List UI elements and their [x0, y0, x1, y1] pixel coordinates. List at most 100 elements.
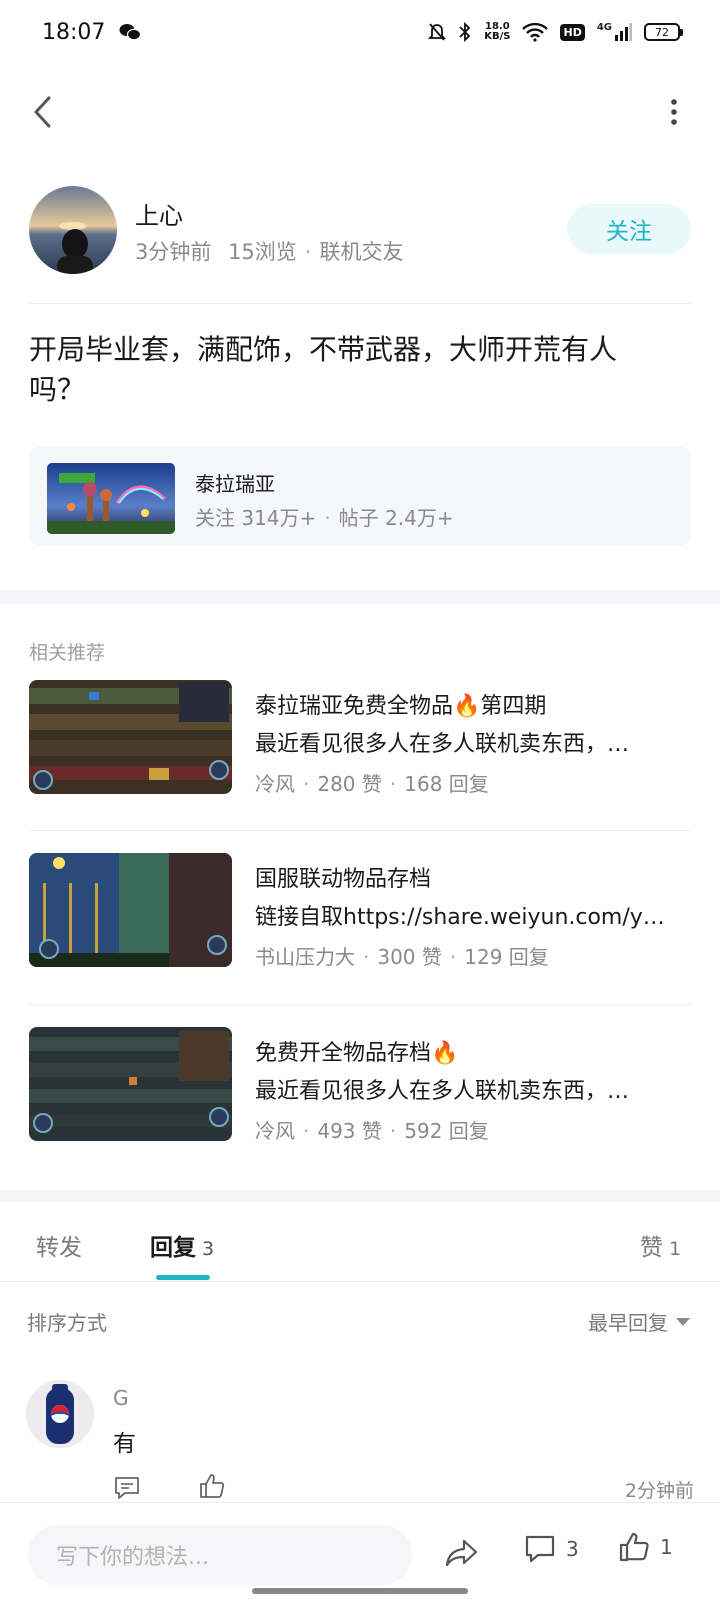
wifi-icon	[522, 22, 549, 42]
cellular-signal-icon: 4G	[597, 23, 632, 41]
like-comment-button[interactable]	[198, 1472, 226, 1500]
hd-badge: HD	[560, 23, 585, 41]
active-tab-indicator	[156, 1275, 210, 1280]
comment-icon	[525, 1535, 555, 1563]
tab-reply-count: 3	[202, 1238, 215, 1260]
separator-dot: ·	[363, 945, 370, 969]
recommend-heading: 相关推荐	[29, 642, 106, 664]
recommend-likes: 280 赞	[317, 772, 382, 796]
separator-dot: ·	[304, 240, 312, 264]
message-icon	[115, 1477, 139, 1499]
thumbs-up-icon	[200, 1474, 225, 1498]
like-post-button[interactable]: 1	[618, 1531, 673, 1563]
follow-button[interactable]: 关注	[567, 204, 691, 254]
recommend-title: 国服联动物品存档	[255, 867, 432, 892]
chevron-left-icon	[34, 96, 51, 128]
recommend-author: 书山压力大	[255, 945, 355, 969]
bluetooth-icon	[458, 22, 472, 42]
post-time: 3分钟前	[135, 240, 212, 264]
mute-bell-icon	[428, 22, 447, 42]
comments-button[interactable]: 3	[524, 1533, 579, 1565]
divider	[29, 1004, 691, 1005]
tab-like[interactable]: 赞1	[640, 1228, 681, 1262]
share-button[interactable]	[444, 1535, 480, 1571]
home-indicator[interactable]	[252, 1588, 468, 1594]
comment-item: G 有 2分钟前	[26, 1380, 694, 1502]
recommend-author: 冷风	[255, 772, 295, 796]
sort-value: 最早回复	[588, 1311, 668, 1335]
comment-text: 有	[113, 1431, 136, 1457]
recommend-author: 冷风	[255, 1119, 295, 1143]
comment-time: 2分钟前	[624, 1480, 694, 1502]
author-meta: 3分钟前 15浏览 · 联机交友	[135, 236, 403, 266]
wechat-icon	[119, 23, 142, 41]
battery-icon: 72	[644, 23, 683, 41]
like-count: 1	[660, 1535, 673, 1559]
recommend-likes: 300 赞	[377, 945, 442, 969]
net-speed-unit: KB/S	[484, 31, 511, 42]
status-time: 18:07	[42, 19, 106, 45]
thumbs-up-icon	[619, 1532, 649, 1562]
net-speed: 18.0 KB/S	[484, 22, 510, 42]
comment-input[interactable]: 写下你的想法...	[28, 1525, 412, 1585]
author-section: 上心 3分钟前 15浏览 · 联机交友 关注	[29, 186, 691, 274]
game-posts: 帖子 2.4万+	[338, 506, 454, 530]
recommend-desc: 链接自取https://share.weiyun.com/y…	[255, 905, 665, 930]
tab-like-label: 赞	[640, 1235, 663, 1261]
recommend-thumbnail	[29, 680, 232, 794]
post-views: 15浏览	[228, 240, 297, 264]
game-name: 泰拉瑞亚	[195, 472, 275, 496]
game-followers: 关注 314万+	[195, 506, 317, 530]
tab-reply[interactable]: 回复 3	[150, 1228, 214, 1262]
recommend-likes: 493 赞	[317, 1119, 382, 1143]
recommend-replies: 592 回复	[404, 1119, 489, 1143]
game-stats: 关注 314万+ · 帖子 2.4万+	[195, 502, 454, 531]
divider	[29, 830, 691, 831]
recommend-meta: 冷风 · 280 赞 · 168 回复	[255, 768, 489, 797]
tab-like-count: 1	[669, 1238, 682, 1260]
tab-reply-label: 回复	[150, 1235, 196, 1261]
recommend-replies: 168 回复	[404, 772, 489, 796]
post-category[interactable]: 联机交友	[319, 240, 403, 264]
commenter-name[interactable]: G	[113, 1386, 129, 1410]
game-card[interactable]: 泰拉瑞亚 关注 314万+ · 帖子 2.4万+	[29, 446, 691, 546]
author-avatar[interactable]	[29, 186, 117, 274]
separator-dot: ·	[449, 945, 457, 969]
section-separator	[0, 590, 720, 604]
reply-comment-button[interactable]	[113, 1474, 141, 1502]
commenter-avatar[interactable]	[26, 1380, 94, 1448]
tab-forward[interactable]: 转发	[36, 1228, 82, 1262]
more-options-button[interactable]	[654, 92, 694, 132]
separator-dot: ·	[389, 1119, 397, 1143]
recommend-title: 免费开全物品存档🔥	[255, 1041, 459, 1066]
game-thumbnail	[47, 463, 175, 534]
separator-dot: ·	[303, 772, 310, 796]
recommend-title: 泰拉瑞亚免费全物品🔥第四期	[255, 694, 547, 719]
status-bar: 18:07 18.0 KB/S HD 4G 72	[0, 0, 720, 64]
recommend-thumbnail	[29, 1027, 232, 1141]
post-title: 开局毕业套，满配饰，不带武器，大师开荒有人吗？	[29, 333, 618, 406]
recommend-meta: 书山压力大 · 300 赞 · 129 回复	[255, 941, 549, 970]
recommend-desc: 最近看见很多人在多人联机卖东西，…	[255, 1079, 630, 1104]
battery-level: 72	[655, 25, 669, 39]
section-separator	[0, 1190, 720, 1202]
author-name[interactable]: 上心	[135, 196, 183, 231]
divider	[29, 303, 691, 304]
separator-dot: ·	[303, 1119, 310, 1143]
status-icons: 18.0 KB/S HD 4G 72	[428, 22, 683, 42]
recommend-desc: 最近看见很多人在多人联机卖东西，…	[255, 732, 630, 757]
recommend-item[interactable]: 免费开全物品存档🔥 最近看见很多人在多人联机卖东西，… 冷风 · 493 赞 · 592…	[29, 1027, 691, 1145]
back-button[interactable]	[22, 92, 62, 132]
comment-count: 3	[566, 1537, 579, 1561]
separator-dot: ·	[389, 772, 397, 796]
share-icon	[445, 1539, 478, 1567]
recommend-meta: 冷风 · 493 赞 · 592 回复	[255, 1115, 489, 1144]
sort-label: 排序方式	[27, 1311, 107, 1335]
network-type: 4G	[596, 22, 612, 33]
recommend-item[interactable]: 泰拉瑞亚免费全物品🔥第四期 最近看见很多人在多人联机卖东西，… 冷风 · 280 赞…	[29, 680, 691, 798]
recommend-item[interactable]: 国服联动物品存档 链接自取https://share.weiyun.com/y……	[29, 853, 691, 971]
recommend-thumbnail	[29, 853, 232, 967]
separator-dot: ·	[324, 506, 331, 530]
divider	[0, 1281, 720, 1282]
sort-dropdown[interactable]: 最早回复	[588, 1307, 690, 1336]
